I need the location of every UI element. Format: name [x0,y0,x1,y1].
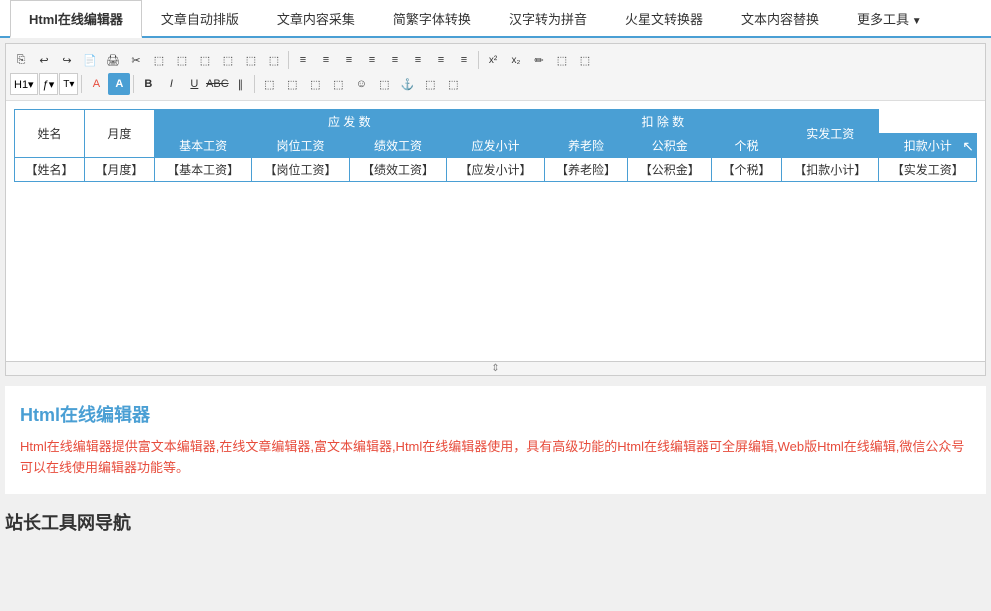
sep5 [254,75,255,93]
col-deduct-subtotal: 扣款小计↖ [879,134,977,158]
editor-content[interactable]: 姓名 月度 应 发 数 扣 除 数 实发工资 基本工资 岗位工资 绩效工资 应发… [6,101,985,361]
tb-font-size[interactable]: T▾ [59,73,78,95]
data-deduct-subtotal: 【扣款小计】 [782,158,879,182]
tb-find[interactable]: ⬚ [240,49,262,71]
scroll-indicator: ⇕ [491,363,499,374]
tb-font-color[interactable]: A [85,73,107,95]
sep4 [133,75,134,93]
col-base: 基本工资 [154,134,251,158]
sep2 [478,51,479,69]
tb-redo[interactable]: ↪ [56,49,78,71]
tb-underline[interactable]: U [183,73,205,95]
tb-heading[interactable]: H1▾ [10,73,38,95]
tb-table[interactable]: ⬚ [304,73,326,95]
col-name: 姓名 [15,110,85,158]
tb-image[interactable]: ⬚ [258,73,280,95]
tb-fullscreen[interactable]: ⬚ [551,49,573,71]
tab-content-collect[interactable]: 文章内容采集 [258,0,374,38]
col-performance: 绩效工资 [349,134,446,158]
data-shifa: 【实发工资】 [879,158,977,182]
tb-bold[interactable]: B [137,73,159,95]
tb-image2[interactable]: ⬚ [281,73,303,95]
tb-outdent[interactable]: ≡ [453,49,475,71]
tb-flash[interactable]: ⬚ [327,73,349,95]
tb-font-style[interactable]: ƒ▾ [39,73,59,95]
col-shifa: 实发工资 [782,110,879,158]
tb-ol[interactable]: ≡ [384,49,406,71]
tb-bg-color[interactable]: A [108,73,130,95]
toolbar-row-2: H1▾ ƒ▾ T▾ A A B I U ABC ∥ ⬚ ⬚ ⬚ ⬚ ☺ ⬚ ⚓ … [10,73,981,95]
tb-special[interactable]: ⬚ [373,73,395,95]
info-section: Html在线编辑器 Html在线编辑器提供富文本编辑器,在线文章编辑器,富文本编… [5,386,986,494]
table-header-row-1: 姓名 月度 应 发 数 扣 除 数 实发工资 [15,110,977,134]
tab-martian[interactable]: 火星文转换器 [606,0,722,38]
data-base: 【基本工资】 [154,158,251,182]
tb-copy2[interactable]: ⬚ [148,49,170,71]
tab-pinyin[interactable]: 汉字转为拼音 [490,0,606,38]
salary-table: 姓名 月度 应 发 数 扣 除 数 实发工资 基本工资 岗位工资 绩效工资 应发… [14,109,977,182]
data-performance: 【绩效工资】 [349,158,446,182]
nav-section-title: 站长工具网导航 [0,509,991,535]
data-fund: 【公积金】 [628,158,712,182]
col-group-kouchu: 扣 除 数 [544,110,781,134]
tb-paste-text[interactable]: ⬚ [194,49,216,71]
editor-wrapper: ⎘ ↩ ↪ 📄 🖨 ✂ ⬚ ⬚ ⬚ ⬚ ⬚ ⬚ ≡ ≡ ≡ ≡ ≡ ≡ ≡ ≡ … [5,43,986,376]
tb-copy[interactable]: ⎘ [10,49,32,71]
tb-paste[interactable]: ⬚ [171,49,193,71]
tab-auto-layout[interactable]: 文章自动排版 [142,0,258,38]
table-data-row: 【姓名】 【月度】 【基本工资】 【岗位工资】 【绩效工资】 【应发小计】 【养… [15,158,977,182]
editor-scrollbar[interactable]: ⇕ [6,361,985,375]
tab-font-convert[interactable]: 简繁字体转换 [374,0,490,38]
tb-preview[interactable]: ⬚ [574,49,596,71]
col-position: 岗位工资 [252,134,349,158]
tb-paste-word[interactable]: ⬚ [217,49,239,71]
col-subtotal-yingfa: 应发小计 [447,134,544,158]
data-subtotal-yingfa: 【应发小计】 [447,158,544,182]
info-title: Html在线编辑器 [20,401,971,427]
tb-superscript[interactable]: x² [482,49,504,71]
toolbar-row-1: ⎘ ↩ ↪ 📄 🖨 ✂ ⬚ ⬚ ⬚ ⬚ ⬚ ⬚ ≡ ≡ ≡ ≡ ≡ ≡ ≡ ≡ … [10,49,981,71]
col-group-yingfa: 应 发 数 [154,110,544,134]
tb-print[interactable]: 🖨 [102,49,124,71]
tb-strikethrough[interactable]: ABC [206,73,228,95]
tb-anchor[interactable]: ⚓ [396,73,418,95]
sep3 [81,75,82,93]
tb-align-center[interactable]: ≡ [315,49,337,71]
col-pension: 养老险 [544,134,628,158]
data-month: 【月度】 [84,158,154,182]
col-tax: 个税 [712,134,782,158]
tb-emoji[interactable]: ☺ [350,73,372,95]
tb-align-justify[interactable]: ≡ [361,49,383,71]
data-position: 【岗位工资】 [252,158,349,182]
col-fund: 公积金 [628,134,712,158]
info-text: Html在线编辑器提供富文本编辑器,在线文章编辑器,富文本编辑器,Html在线编… [20,437,971,479]
tb-italic[interactable]: I [160,73,182,95]
tb-unlink[interactable]: ⬚ [442,73,464,95]
tb-paragraph[interactable]: ∥ [229,73,251,95]
tab-html-editor[interactable]: Html在线编辑器 [10,0,142,38]
tb-align-right[interactable]: ≡ [338,49,360,71]
tb-link[interactable]: ⬚ [419,73,441,95]
tab-text-replace[interactable]: 文本内容替换 [722,0,838,38]
tb-undo[interactable]: ↩ [33,49,55,71]
col-month: 月度 [84,110,154,158]
sep1 [288,51,289,69]
tb-subscript[interactable]: x₂ [505,49,527,71]
toolbar: ⎘ ↩ ↪ 📄 🖨 ✂ ⬚ ⬚ ⬚ ⬚ ⬚ ⬚ ≡ ≡ ≡ ≡ ≡ ≡ ≡ ≡ … [6,44,985,101]
tb-new[interactable]: 📄 [79,49,101,71]
tb-indent[interactable]: ≡ [430,49,452,71]
data-name: 【姓名】 [15,158,85,182]
tb-ul[interactable]: ≡ [407,49,429,71]
tb-align-left[interactable]: ≡ [292,49,314,71]
tb-cut[interactable]: ✂ [125,49,147,71]
tab-more-tools[interactable]: 更多工具 [838,0,941,38]
data-tax: 【个税】 [712,158,782,182]
top-navigation: Html在线编辑器 文章自动排版 文章内容采集 简繁字体转换 汉字转为拼音 火星… [0,0,991,38]
data-pension: 【养老险】 [544,158,628,182]
tb-replace[interactable]: ⬚ [263,49,285,71]
tb-source[interactable]: ✏ [528,49,550,71]
